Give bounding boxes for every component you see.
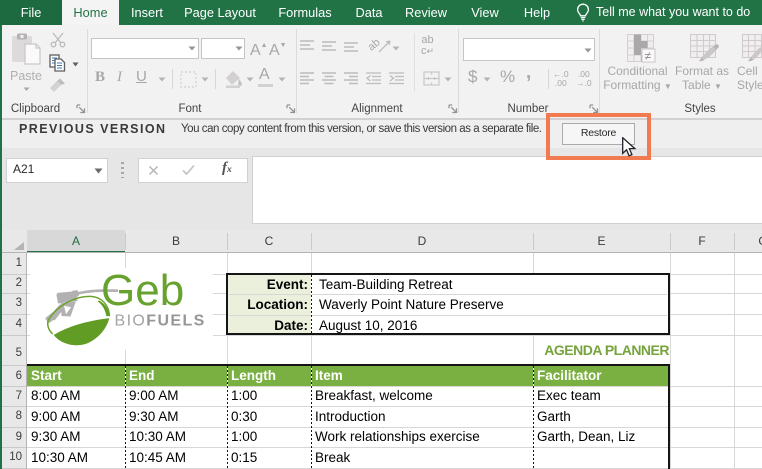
svg-text:≠: ≠	[645, 49, 652, 63]
svg-text:BIOFUELS: BIOFUELS	[115, 313, 206, 330]
svg-text:Geb: Geb	[101, 268, 184, 315]
